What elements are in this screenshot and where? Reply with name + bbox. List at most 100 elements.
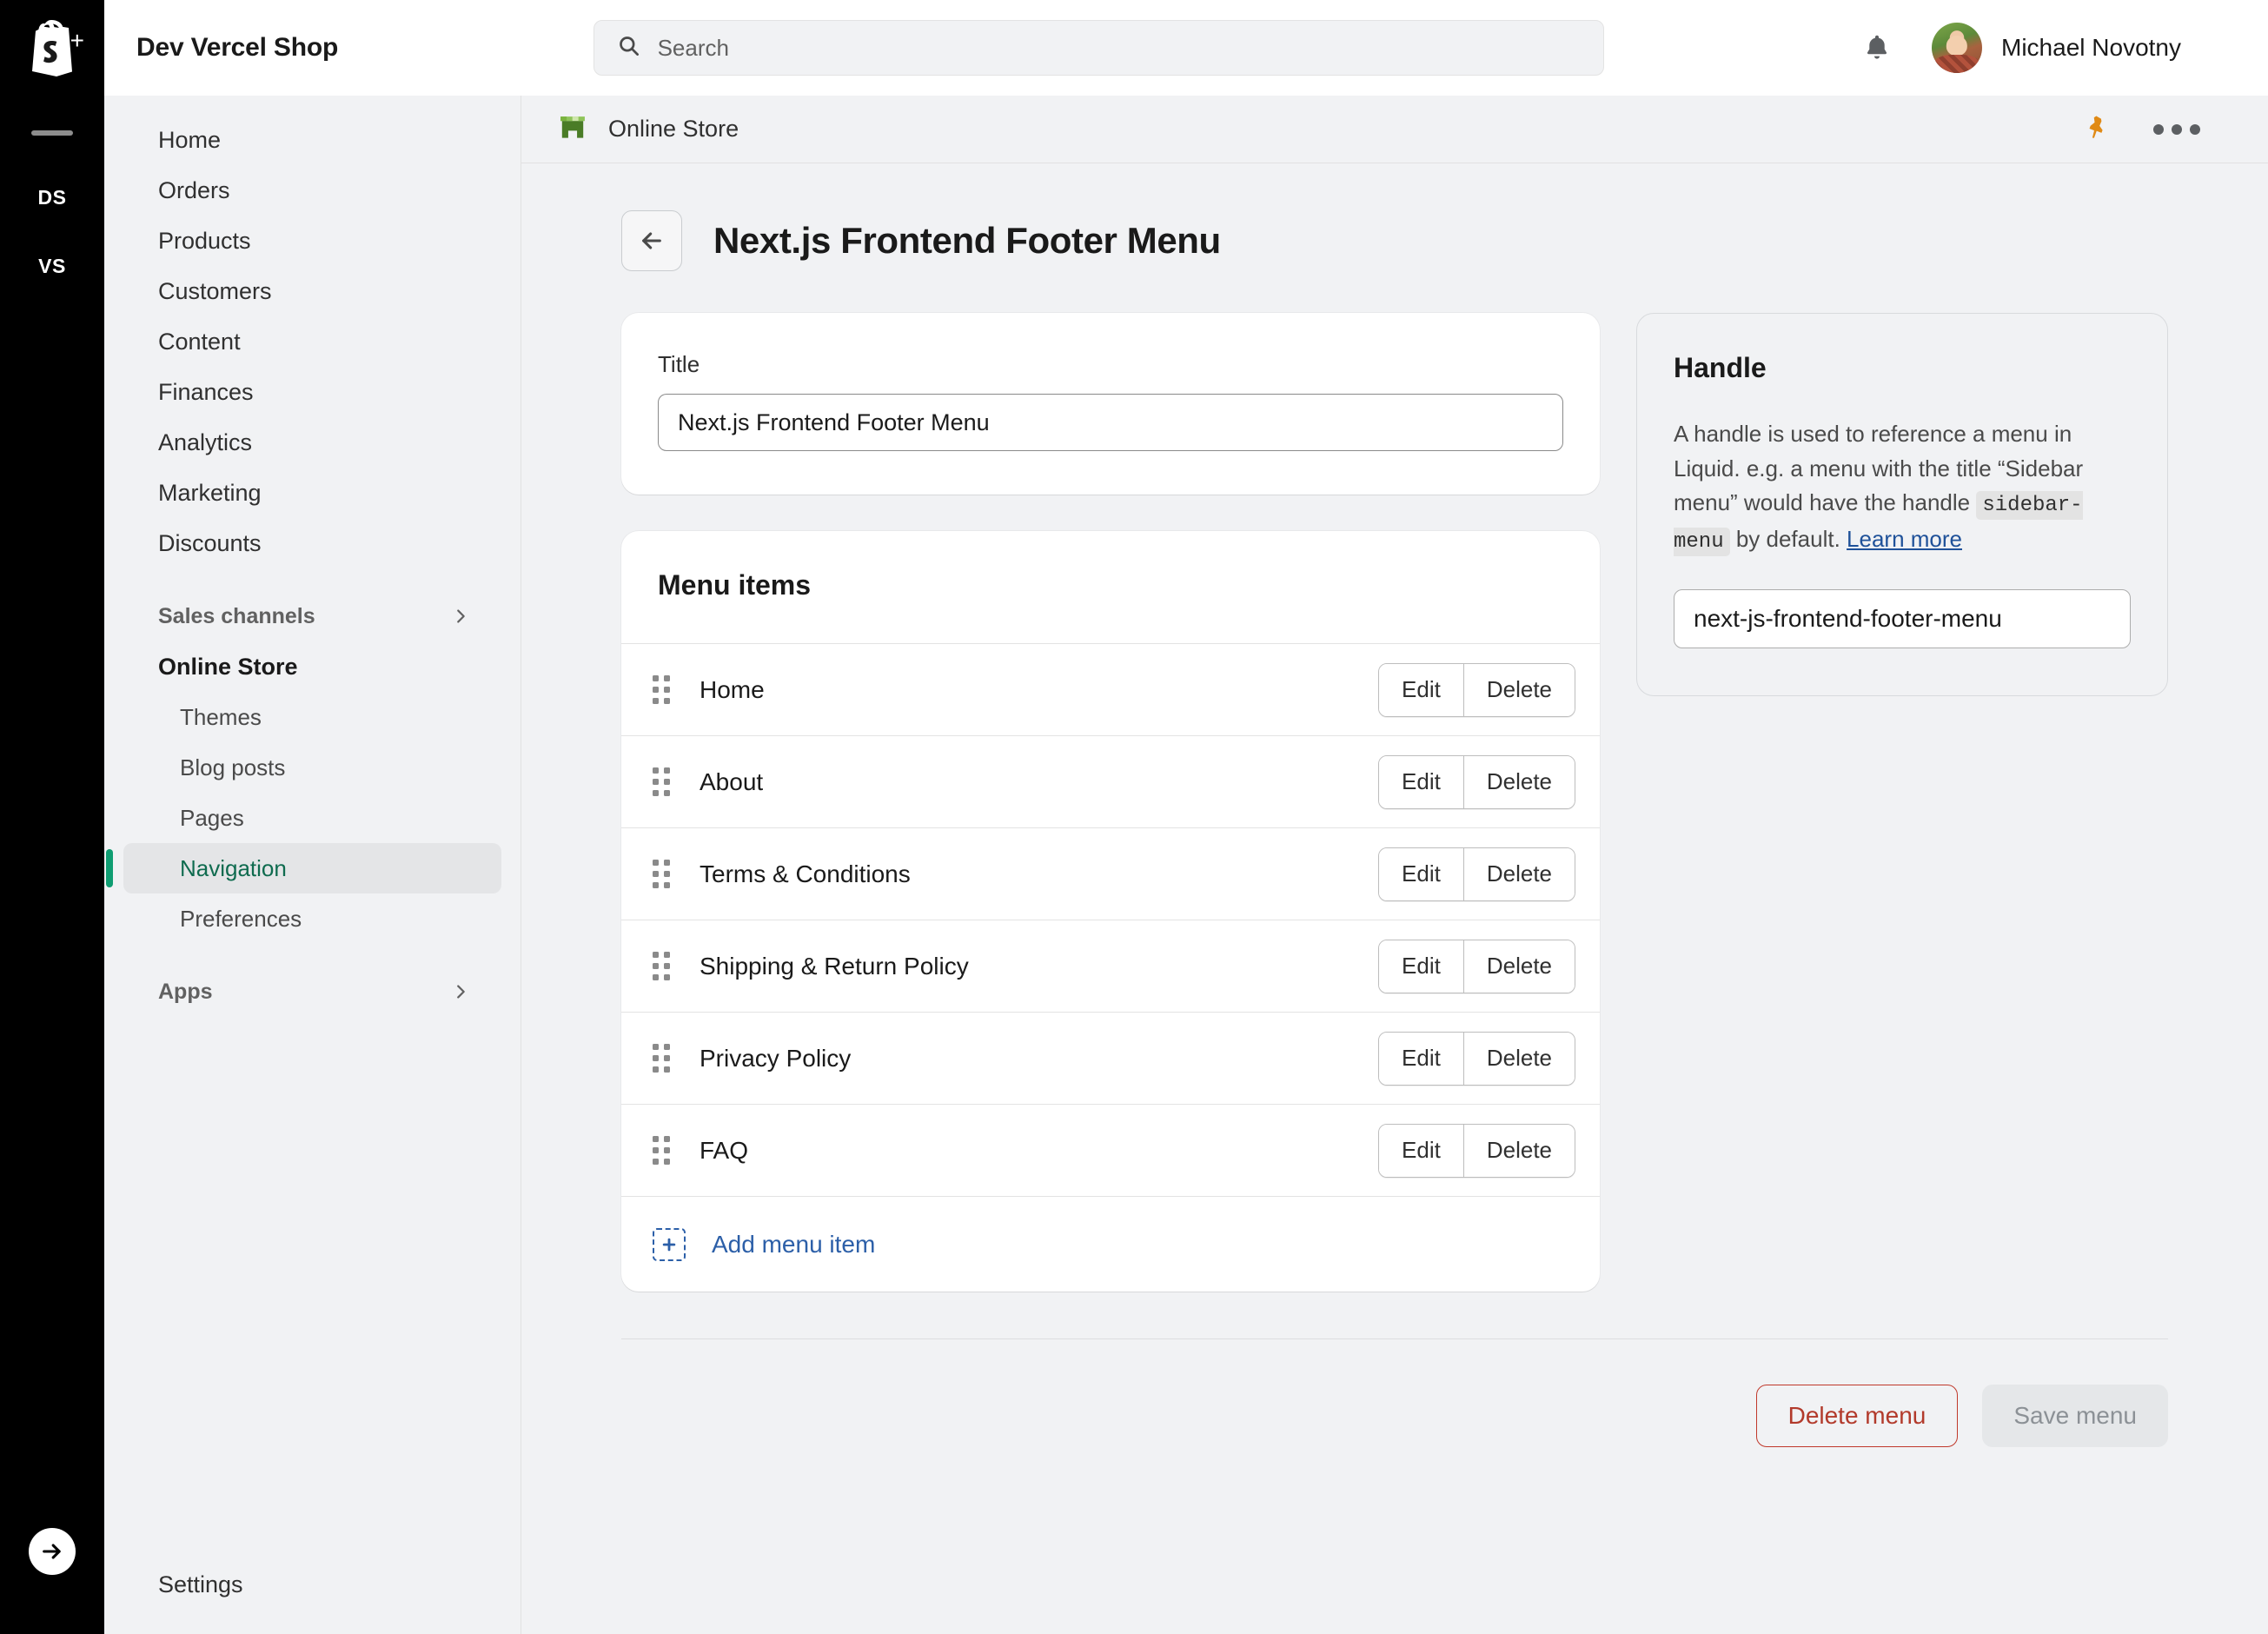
sidebar-item-discounts[interactable]: Discounts xyxy=(123,518,501,568)
drag-handle-icon[interactable] xyxy=(653,767,675,797)
sidebar-group-label: Apps xyxy=(158,980,213,1005)
sidebar-item-settings[interactable]: Settings xyxy=(123,1559,501,1610)
menu-item-label: FAQ xyxy=(700,1137,748,1165)
sidebar-item-marketing[interactable]: Marketing xyxy=(123,468,501,518)
row-actions: Edit Delete xyxy=(1378,940,1575,993)
add-menu-item-label: Add menu item xyxy=(712,1231,875,1259)
sidebar-item-navigation[interactable]: Navigation xyxy=(123,843,501,893)
save-menu-button[interactable]: Save menu xyxy=(1982,1385,2168,1447)
notification-bell-icon[interactable] xyxy=(1859,30,1895,66)
delete-button[interactable]: Delete xyxy=(1463,940,1575,993)
drag-handle-icon[interactable] xyxy=(653,1136,675,1166)
delete-button[interactable]: Delete xyxy=(1463,664,1575,716)
sidebar-item-home[interactable]: Home xyxy=(123,115,501,165)
nav-spacer xyxy=(104,568,521,591)
sidebar-item-content[interactable]: Content xyxy=(123,316,501,367)
row-actions: Edit Delete xyxy=(1378,847,1575,901)
back-button[interactable] xyxy=(621,210,682,271)
context-title: Online Store xyxy=(608,116,739,143)
row-actions: Edit Delete xyxy=(1378,1032,1575,1086)
chevron-right-icon xyxy=(451,607,470,626)
sidebar-item-online-store[interactable]: Online Store xyxy=(123,641,501,692)
menu-item-label: Terms & Conditions xyxy=(700,860,911,888)
add-square-icon xyxy=(653,1228,686,1261)
sidebar-item-orders[interactable]: Orders xyxy=(123,165,501,216)
context-bar: Online Store xyxy=(521,96,2268,163)
delete-button[interactable]: Delete xyxy=(1463,1033,1575,1085)
sidebar-group-label: Sales channels xyxy=(158,604,315,629)
add-menu-item-button[interactable]: Add menu item xyxy=(621,1196,1600,1292)
title-card: Title xyxy=(621,313,1600,495)
page-title: Next.js Frontend Footer Menu xyxy=(713,220,1221,262)
title-input[interactable] xyxy=(658,394,1563,451)
drag-handle-icon[interactable] xyxy=(653,675,675,705)
more-horizontal-icon[interactable] xyxy=(2145,116,2209,143)
menu-item-label: Privacy Policy xyxy=(700,1045,851,1073)
sidebar-sub-label: Blog posts xyxy=(180,754,285,781)
sidebar-footer: Settings xyxy=(104,1559,521,1634)
table-row: Shipping & Return Policy Edit Delete xyxy=(621,920,1600,1012)
delete-button[interactable]: Delete xyxy=(1463,1125,1575,1177)
main-column: Title Menu items xyxy=(621,313,1600,1292)
sidebar-group-sales-channels[interactable]: Sales channels xyxy=(123,591,501,641)
search-area: Search xyxy=(338,20,1859,76)
avatar xyxy=(1932,23,1982,73)
handle-description: A handle is used to reference a menu in … xyxy=(1674,417,2131,558)
shopify-logo-tile[interactable]: + xyxy=(0,0,104,96)
user-menu[interactable]: Michael Novotny xyxy=(1932,23,2181,73)
sidebar-sub-label: Preferences xyxy=(180,906,302,933)
rail-divider-icon xyxy=(31,130,73,136)
handle-card: Handle A handle is used to reference a m… xyxy=(1636,313,2168,696)
menu-items-title: Menu items xyxy=(658,569,1563,601)
context-breadcrumb[interactable]: Online Store xyxy=(556,110,739,148)
drag-handle-icon[interactable] xyxy=(653,860,675,889)
sidebar-sub-label: Pages xyxy=(180,805,244,832)
handle-desc-part2: by default. xyxy=(1730,526,1847,552)
search-icon xyxy=(617,34,640,62)
sidebar-item-blog-posts[interactable]: Blog posts xyxy=(123,742,501,793)
user-name: Michael Novotny xyxy=(2001,34,2181,62)
active-indicator-bar xyxy=(106,849,113,887)
delete-menu-button[interactable]: Delete menu xyxy=(1756,1385,1959,1447)
sidebar-item-products[interactable]: Products xyxy=(123,216,501,266)
delete-button[interactable]: Delete xyxy=(1463,848,1575,900)
rail-item-vs[interactable]: VS xyxy=(38,255,66,278)
edit-button[interactable]: Edit xyxy=(1379,1125,1463,1177)
delete-button[interactable]: Delete xyxy=(1463,756,1575,808)
shopify-bag-icon: + xyxy=(25,17,79,79)
table-row: FAQ Edit Delete xyxy=(621,1104,1600,1196)
page-container: Next.js Frontend Footer Menu Title xyxy=(569,163,2220,1447)
edit-button[interactable]: Edit xyxy=(1379,848,1463,900)
learn-more-link[interactable]: Learn more xyxy=(1847,526,1962,552)
sidebar-item-customers[interactable]: Customers xyxy=(123,266,501,316)
drag-handle-icon[interactable] xyxy=(653,1044,675,1073)
edit-button[interactable]: Edit xyxy=(1379,940,1463,993)
page-header: Next.js Frontend Footer Menu xyxy=(621,210,2168,271)
page-columns: Title Menu items xyxy=(621,313,2168,1292)
row-actions: Edit Delete xyxy=(1378,663,1575,717)
search-input[interactable]: Search xyxy=(594,20,1604,76)
edit-button[interactable]: Edit xyxy=(1379,1033,1463,1085)
sidebar-item-themes[interactable]: Themes xyxy=(123,692,501,742)
table-row: About Edit Delete xyxy=(621,735,1600,827)
icon-rail: DS VS xyxy=(0,96,104,1634)
expand-arrow-icon[interactable] xyxy=(29,1528,76,1575)
sidebar-item-pages[interactable]: Pages xyxy=(123,793,501,843)
side-column: Handle A handle is used to reference a m… xyxy=(1636,313,2168,696)
menu-item-label: Home xyxy=(700,676,765,704)
handle-input[interactable] xyxy=(1674,589,2131,648)
footer-actions: Delete menu Save menu xyxy=(621,1339,2168,1447)
edit-button[interactable]: Edit xyxy=(1379,664,1463,716)
sidebar-sub-label: Navigation xyxy=(180,855,287,882)
sidebar-item-preferences[interactable]: Preferences xyxy=(123,893,501,944)
sidebar-group-apps[interactable]: Apps xyxy=(123,966,501,1017)
sidebar-item-finances[interactable]: Finances xyxy=(123,367,501,417)
top-bar: + Dev Vercel Shop Search xyxy=(0,0,2268,96)
content-scroll[interactable]: Next.js Frontend Footer Menu Title xyxy=(521,163,2268,1634)
drag-handle-icon[interactable] xyxy=(653,952,675,981)
menu-item-label: About xyxy=(700,768,763,796)
sidebar-item-analytics[interactable]: Analytics xyxy=(123,417,501,468)
pushpin-icon[interactable] xyxy=(2080,112,2108,146)
edit-button[interactable]: Edit xyxy=(1379,756,1463,808)
rail-item-ds[interactable]: DS xyxy=(38,186,67,209)
